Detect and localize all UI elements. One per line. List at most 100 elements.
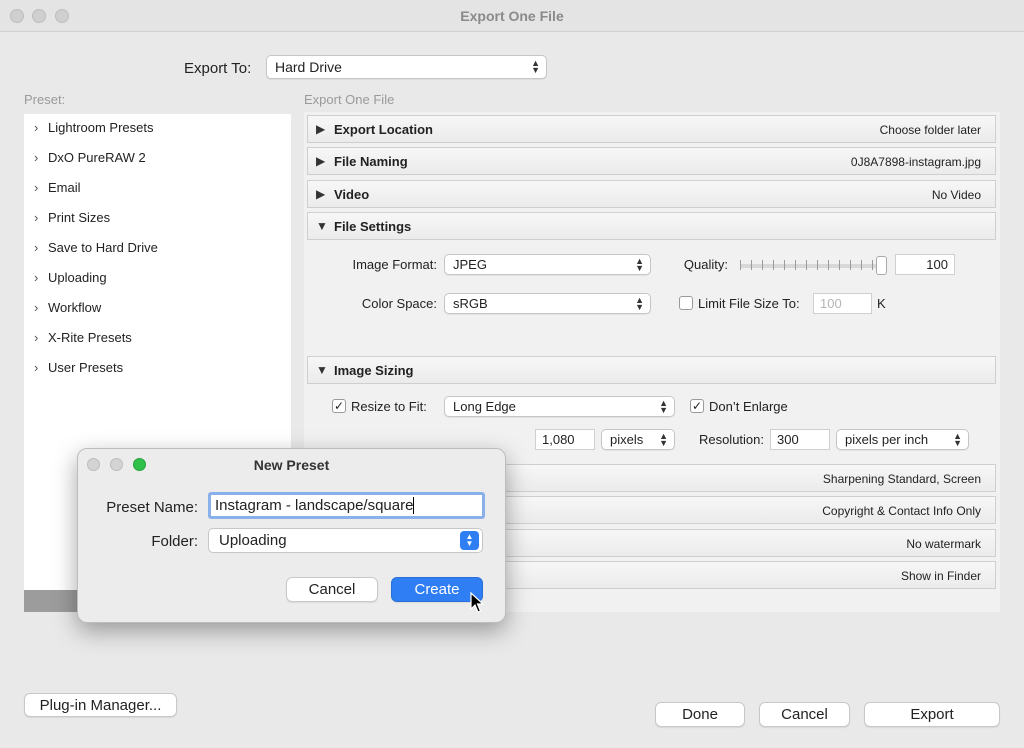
slider-tick (828, 260, 829, 270)
dont-enlarge-label: Don’t Enlarge (709, 399, 788, 414)
size-input[interactable]: 1,080 (535, 429, 595, 450)
color-space-label: Color Space: (361, 296, 437, 311)
preset-folder-label: User Presets (48, 360, 124, 375)
preset-folder-uploading[interactable]: › Uploading (34, 270, 107, 285)
resolution-unit-select[interactable]: pixels per inch ▲ ▼ (836, 429, 969, 450)
preset-folder-workflow[interactable]: › Workflow (34, 300, 101, 315)
mouse-pointer-icon (470, 592, 484, 613)
section-summary: Copyright & Contact Info Only (822, 504, 981, 518)
resolution-unit-value: pixels per inch (845, 432, 929, 447)
chevron-up-down-icon: ▲ ▼ (531, 58, 540, 75)
disclosure-closed-icon: ▶ (316, 154, 326, 168)
folder-value: Uploading (219, 532, 287, 549)
chevron-right-icon: › (34, 330, 39, 345)
title-bar: Export One File (0, 0, 1024, 32)
section-video[interactable]: ▶ Video No Video (307, 180, 996, 208)
preset-folder-dxo[interactable]: › DxO PureRAW 2 (34, 150, 146, 165)
slider-tick (795, 260, 796, 270)
section-title: Video (334, 187, 370, 202)
chevron-up-down-icon: ▲ ▼ (659, 397, 668, 415)
image-format-select[interactable]: JPEG ▲ ▼ (444, 254, 651, 275)
section-summary: Choose folder later (879, 123, 981, 137)
section-title: Export Location (334, 122, 433, 137)
disclosure-open-icon: ▼ (316, 363, 328, 377)
quality-label: Quality: (683, 257, 728, 272)
chevron-up-down-icon: ▲ ▼ (635, 255, 644, 273)
window-title: Export One File (460, 8, 564, 24)
disclosure-open-icon: ▼ (316, 219, 328, 233)
preset-folder-print-sizes[interactable]: › Print Sizes (34, 210, 110, 225)
chevron-up-down-icon: ▲ ▼ (953, 430, 962, 448)
export-to-value: Hard Drive (275, 59, 342, 75)
resize-to-fit-checkbox[interactable]: ✓ (332, 399, 346, 413)
section-summary: Show in Finder (900, 569, 981, 583)
section-title: Image Sizing (334, 363, 414, 378)
slider-tick (839, 260, 840, 270)
slider-tick (784, 260, 785, 270)
chevron-right-icon: › (34, 210, 39, 225)
preset-name-value: Instagram - landscape/square (215, 497, 414, 514)
section-summary: Sharpening Standard, Screen (822, 472, 981, 486)
limit-file-size-checkbox[interactable] (679, 296, 693, 310)
chevron-right-icon: › (34, 270, 39, 285)
resolution-input[interactable]: 300 (770, 429, 830, 450)
done-button[interactable]: Done (655, 702, 745, 727)
disclosure-closed-icon: ▶ (316, 122, 326, 136)
section-summary: No watermark (906, 537, 981, 551)
cancel-button[interactable]: Cancel (759, 702, 850, 727)
quality-input[interactable]: 100 (895, 254, 955, 275)
image-format-value: JPEG (453, 257, 487, 272)
chevron-right-icon: › (34, 240, 39, 255)
section-title: File Settings (334, 219, 412, 234)
chevron-right-icon: › (34, 360, 39, 375)
section-file-naming[interactable]: ▶ File Naming 0J8A7898-instagram.jpg (307, 147, 996, 175)
folder-select[interactable]: Uploading ▲ ▼ (208, 528, 483, 553)
preset-folder-label: Lightroom Presets (48, 120, 154, 135)
preset-folder-email[interactable]: › Email (34, 180, 81, 195)
chevron-right-icon: › (34, 180, 39, 195)
preset-folder-user[interactable]: › User Presets (34, 360, 123, 375)
dont-enlarge-checkbox[interactable]: ✓ (690, 399, 704, 413)
preset-folder-label: Uploading (48, 270, 107, 285)
slider-tick (817, 260, 818, 270)
chevron-right-icon: › (34, 150, 39, 165)
section-title: File Naming (334, 154, 408, 169)
slider-tick (872, 260, 873, 270)
color-space-select[interactable]: sRGB ▲ ▼ (444, 293, 651, 314)
preset-folder-label: Workflow (48, 300, 102, 315)
dialog-cancel-button[interactable]: Cancel (286, 577, 378, 602)
slider-tick (806, 260, 807, 270)
limit-file-size-input[interactable]: 100 (813, 293, 872, 314)
section-export-location[interactable]: ▶ Export Location Choose folder later (307, 115, 996, 143)
preset-folder-save-to-hard-drive[interactable]: › Save to Hard Drive (34, 240, 158, 255)
export-button[interactable]: Export (864, 702, 1000, 727)
resize-mode-value: Long Edge (453, 399, 516, 414)
preset-folder-label: Print Sizes (48, 210, 111, 225)
preset-folder-x-rite[interactable]: › X-Rite Presets (34, 330, 132, 345)
slider-tick (850, 260, 851, 270)
export-panel-label: Export One File (304, 92, 395, 107)
color-space-value: sRGB (453, 296, 488, 311)
size-unit-select[interactable]: pixels ▲ ▼ (601, 429, 675, 450)
plugin-manager-button[interactable]: Plug-in Manager... (24, 693, 177, 717)
new-preset-dialog: New Preset Preset Name: Instagram - land… (77, 448, 506, 623)
preset-label: Preset: (24, 92, 66, 107)
section-summary: 0J8A7898-instagram.jpg (850, 155, 981, 169)
quality-slider-thumb[interactable] (876, 256, 887, 275)
chevron-right-icon: › (34, 300, 39, 315)
preset-folder-label: DxO PureRAW 2 (48, 150, 146, 165)
text-cursor (413, 497, 415, 514)
section-image-sizing[interactable]: ▼ Image Sizing (307, 356, 996, 384)
slider-tick (740, 260, 741, 270)
chevron-up-down-icon: ▲ ▼ (460, 531, 479, 550)
export-to-select[interactable]: Hard Drive ▲ ▼ (266, 55, 547, 79)
preset-folder-lightroom[interactable]: › Lightroom Presets (34, 120, 154, 135)
slider-tick (861, 260, 862, 270)
resize-mode-select[interactable]: Long Edge ▲ ▼ (444, 396, 675, 417)
chevron-right-icon: › (34, 120, 39, 135)
preset-name-input[interactable]: Instagram - landscape/square (208, 492, 485, 519)
limit-file-size-unit: K (877, 296, 886, 311)
folder-label: Folder: (151, 533, 198, 550)
chevron-up-down-icon: ▲ ▼ (659, 430, 668, 448)
section-file-settings[interactable]: ▼ File Settings (307, 212, 996, 240)
